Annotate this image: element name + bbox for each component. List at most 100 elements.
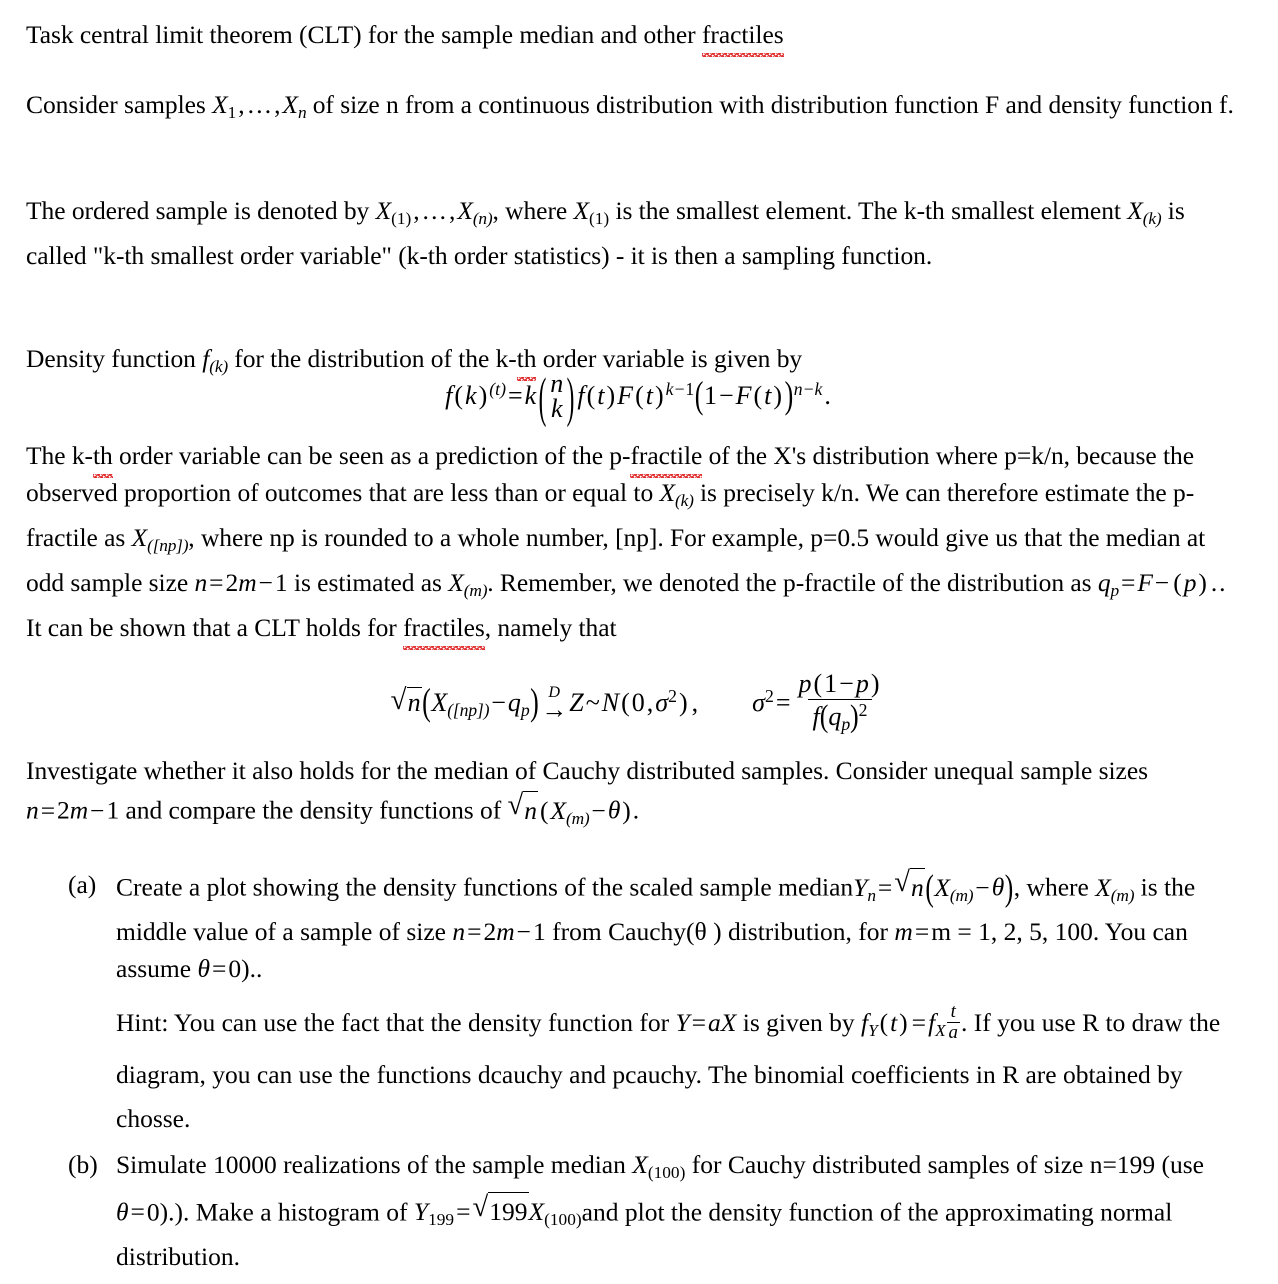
eq2-radicand-n: n <box>406 686 422 717</box>
eq1-p4c: ) <box>773 381 783 411</box>
paragraph-investigate: Investigate whether it also holds for th… <box>26 752 1242 836</box>
eq2-frac-numerator: p(1−p) <box>798 668 880 698</box>
eq1-p2c: ) <box>606 381 616 411</box>
symbol-X: X <box>282 90 298 119</box>
hint-paragraph: Hint: You can use the fact that the dens… <box>116 1001 1248 1141</box>
eq1-F: F <box>617 381 634 411</box>
math-X-100-order-b: X(100) <box>528 1197 582 1230</box>
frac-den-a: a <box>946 1021 960 1043</box>
eq1-f2: f <box>577 381 585 411</box>
math-sqrt-199: 199 <box>472 1189 529 1231</box>
p1-tail-text: of size n from a continuous distribution… <box>306 90 1234 119</box>
subscript-paren-1: (1) <box>391 208 412 228</box>
binom-stack: nk <box>550 369 564 423</box>
p4-misspelled-th: th <box>92 441 113 470</box>
paragraph-kth-order-variable: The k-th order variable can be seen as a… <box>26 437 1242 650</box>
hint-text-a: Hint: You can use the fact that the dens… <box>116 1008 676 1038</box>
eq1-bigparen-open: ( <box>694 374 704 417</box>
math-X-m-order-c: X(m) <box>934 872 974 905</box>
a-bigparen-open: ( <box>925 865 934 909</box>
math-X-1-order-b: X(1) <box>573 196 610 228</box>
a-text-a: Create a plot showing the density functi… <box>116 872 854 902</box>
comma-3: , <box>413 196 420 225</box>
math-X1: X1 <box>212 90 236 122</box>
a-text-b: , where <box>1013 872 1096 902</box>
b-text-a: Simulate 10000 realizations of the sampl… <box>116 1150 633 1179</box>
eq2-paren-close: ) <box>530 681 539 724</box>
eq2-equals: = <box>775 687 791 717</box>
p4-text-i: , namely that <box>484 612 617 642</box>
comma-2: , <box>274 90 281 119</box>
a-equals-1: = <box>877 872 893 902</box>
eq1-k2: k <box>524 381 537 411</box>
eq2-np-close: ) <box>678 687 688 717</box>
math-X-n-order: X(n) <box>457 196 492 228</box>
ellipsis-1: … <box>246 90 273 119</box>
eq2-comma-2: , <box>691 687 699 717</box>
eq1-exp-k-minus-1: k−1 <box>665 378 695 399</box>
math-n-eq-2m-1: n=2m−1 <box>194 567 288 597</box>
document-title: Task central limit theorem (CLT) for the… <box>26 16 1242 57</box>
eq1-F2: F <box>735 381 752 411</box>
paragraph-consider-samples: Consider samples X1,…,Xn of size n from … <box>26 86 1236 131</box>
title-misspelled-word: fractiles <box>701 20 784 49</box>
eq2-X-np: X([np]) <box>431 687 490 720</box>
eq1-one: 1 <box>703 381 717 411</box>
math-X-np-order: X([np]) <box>131 522 189 555</box>
p2-mid-text-1: , where <box>492 196 574 225</box>
binom-paren-left: ( <box>538 367 547 428</box>
p4-period: . <box>1210 567 1218 597</box>
p1-lead-text: Consider samples <box>26 90 213 119</box>
paragraph-ordered-sample: The ordered sample is denoted by X(1),…,… <box>26 192 1242 274</box>
b-text-b: for Cauchy distributed samples of size n… <box>685 1150 1204 1179</box>
binom-paren-right: ) <box>566 367 575 428</box>
eq2-paren-open: ( <box>422 681 431 724</box>
spellcheck-word-fractiles-2: fractiles <box>403 609 485 650</box>
frac-num-t: t <box>950 1001 956 1023</box>
a-bigparen-close: ) <box>1004 865 1014 909</box>
list-marker-b: (b) <box>68 1150 98 1179</box>
spellcheck-word-fractile: fractile <box>630 437 702 478</box>
math-X-m-order-b: X(m) <box>550 795 590 828</box>
eq2-N: N <box>601 687 620 717</box>
spellcheck-word-fractiles: fractiles <box>701 16 784 57</box>
math-sqrt-n-Xm-theta: n <box>507 787 538 829</box>
a-theta-1: θ <box>991 872 1005 902</box>
p2-mid-text-2: is the smallest element. The k-th smalle… <box>609 196 1128 225</box>
math-fraction-t-over-a: ta <box>946 1001 960 1043</box>
p3-misspelled-word: th <box>516 344 537 373</box>
list-marker-a: (a) <box>68 870 97 899</box>
symbol-X: X <box>212 90 228 119</box>
p4-text-b: order variable can be seen as a predicti… <box>112 441 631 470</box>
math-X-m-order: X(m) <box>448 567 488 600</box>
math-Yn: Yn <box>853 872 876 905</box>
a-text-f: ).. <box>241 954 263 984</box>
math-qp-eq-F-inv: qp=F− (p) <box>1097 567 1207 600</box>
equation-clt-fractiles: n(X([np])−qp)D→Z~N(0,σ2),σ2=p(1−p)f(qp)2 <box>0 668 1278 738</box>
eq1-paren-close: ) <box>478 381 488 411</box>
symbol-X: X <box>573 196 590 225</box>
b-equals: = <box>456 1197 471 1227</box>
math-theta-eq-0-b: θ=0 <box>116 1197 160 1227</box>
p4-misspelled-fractiles: fractiles <box>403 612 485 642</box>
math-X-1-order: X(1) <box>376 196 412 228</box>
binom-top-n: n <box>550 369 564 399</box>
a-text-d: from Cauchy(θ ) distribution, for <box>545 917 895 947</box>
eq1-p2o: ( <box>586 381 596 411</box>
list-body-b: Simulate 10000 realizations of the sampl… <box>116 1146 1248 1275</box>
p3-tail-text: order variable is given by <box>536 344 803 373</box>
document-page: Task central limit theorem (CLT) for the… <box>0 0 1278 1284</box>
comma-4: , <box>448 196 456 225</box>
symbol-X: X <box>457 196 473 225</box>
eq1-bigparen-close: ) <box>784 374 794 417</box>
p5-tail-text: . <box>632 795 640 825</box>
eq1-minus: − <box>718 381 734 411</box>
ellipsis-2: … <box>421 196 448 225</box>
eq1-binomial-coefficient: (n k) <box>536 367 577 427</box>
spellcheck-word-th-1: th <box>516 340 537 381</box>
binom-bottom-k: k <box>550 393 563 423</box>
eq2-zero: 0 <box>631 687 645 717</box>
eq1-p4o: ( <box>753 381 763 411</box>
p5-mid-text: and compare the density functions of <box>119 795 508 825</box>
hint-text-b: is given by <box>736 1008 862 1038</box>
